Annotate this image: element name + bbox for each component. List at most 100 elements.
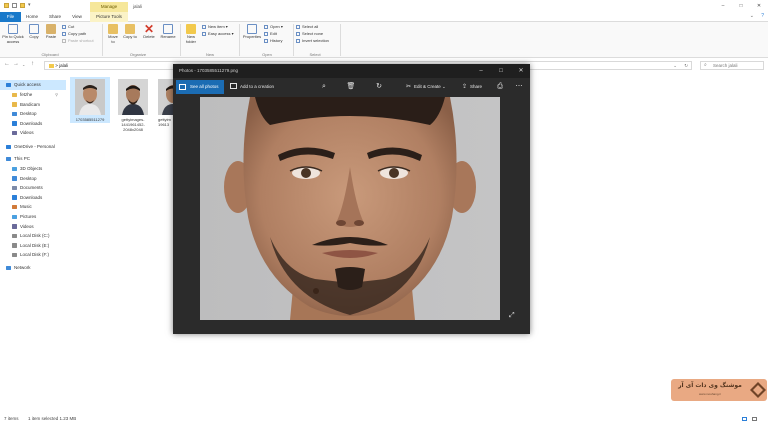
sidebar-item[interactable]: Documents (0, 183, 66, 193)
expand-icon[interactable]: ⤢ (509, 312, 515, 320)
history-button[interactable]: History (264, 38, 282, 43)
file-thumbnail (118, 79, 148, 115)
edit-button[interactable]: Edit (264, 31, 277, 36)
star-icon (6, 82, 11, 88)
properties-icon[interactable] (12, 3, 17, 8)
sidebar-item[interactable]: Local Disk (E:) (0, 241, 66, 251)
folder-icon (49, 63, 54, 68)
move-to-button[interactable]: Move to (106, 24, 120, 44)
sidebar-item[interactable]: Local Disk (C:) (0, 231, 66, 241)
pin-quick-access-button[interactable]: Pin to Quick access (2, 24, 24, 44)
print-icon[interactable]: ⎙ (495, 80, 505, 94)
sidebar-item[interactable]: Desktop (0, 174, 66, 184)
delete-button[interactable]: ✕ Delete (141, 23, 157, 40)
copy-to-label: Copy to (123, 34, 137, 39)
up-icon[interactable]: ↑ (31, 61, 34, 67)
tab-file[interactable]: File (0, 12, 21, 22)
add-to-creation-button[interactable]: Add to a creation (230, 80, 274, 94)
new-item-button[interactable]: New item ▾ (202, 24, 228, 29)
minimize-button[interactable]: – (718, 2, 728, 10)
file-item[interactable]: gettyimages-1441961452-2048x2048 (113, 77, 153, 133)
sidebar-item[interactable]: OneDrive - Personal (0, 142, 66, 152)
invert-selection-button[interactable]: Invert selection (296, 38, 329, 43)
photos-close-button[interactable]: ✕ (514, 64, 528, 78)
select-none-button[interactable]: Select none (296, 31, 323, 36)
maximize-button[interactable]: □ (736, 2, 746, 10)
sidebar-item[interactable]: Music (0, 202, 66, 212)
history-icon (264, 38, 268, 43)
back-icon[interactable]: ← (4, 61, 10, 67)
new-folder-icon[interactable] (20, 3, 25, 8)
music-icon (12, 204, 17, 210)
sidebar-item[interactable]: fetzhe ⚲ (0, 90, 66, 100)
tab-view[interactable]: View (68, 12, 86, 22)
more-icon[interactable]: ⋯ (514, 80, 524, 94)
copy-icon (29, 24, 39, 34)
open-button[interactable]: Open ▾ (264, 24, 283, 29)
share-button[interactable]: ⇪ Share (462, 80, 482, 94)
rename-button[interactable]: Rename (159, 24, 177, 40)
close-button[interactable]: ✕ (754, 2, 764, 10)
paste-button[interactable]: Paste (43, 24, 59, 40)
details-view-icon[interactable] (742, 417, 747, 421)
sidebar-item[interactable]: Videos (0, 128, 66, 138)
folder-icon (12, 102, 17, 107)
delete-icon[interactable]: 🗑 (346, 80, 356, 94)
qat-dropdown-icon[interactable]: ▾ (28, 2, 31, 8)
sidebar-item[interactable]: Pictures (0, 212, 66, 222)
paste-shortcut-button[interactable]: Paste shortcut (62, 38, 94, 43)
photos-minimize-button[interactable]: – (474, 64, 488, 78)
photo-image (200, 97, 500, 320)
sidebar-item[interactable]: This PC (0, 154, 66, 164)
sidebar-item-label: Quick access (14, 82, 41, 87)
navigation-pane: Quick access fetzhe ⚲ Bandicam Desktop Downlo… (0, 80, 66, 410)
breadcrumb-separator[interactable]: > (55, 63, 58, 68)
documents-icon (12, 185, 17, 191)
new-item-label: New item (208, 24, 225, 29)
refresh-icon[interactable]: ↻ (684, 62, 688, 70)
breadcrumb[interactable]: jalali (59, 63, 68, 68)
sidebar-item[interactable]: Quick access (0, 80, 66, 90)
paste-icon (46, 24, 56, 34)
copy-to-button[interactable]: Copy to (123, 24, 137, 40)
sidebar-item[interactable]: Videos (0, 222, 66, 232)
zoom-icon[interactable]: ⌕ (319, 80, 329, 94)
recent-locations-icon[interactable]: ⌄ (22, 62, 25, 67)
see-all-photos-button[interactable]: See all photos (176, 80, 224, 94)
sidebar-item[interactable]: 3D Objects (0, 164, 66, 174)
help-icon[interactable]: ? (761, 13, 764, 19)
sidebar-item-label: Downloads (20, 194, 43, 200)
rename-label: Rename (160, 34, 176, 39)
edit-create-button[interactable]: ✂ Edit & Create ⌄ (406, 80, 446, 94)
copy-path-button[interactable]: Copy path (62, 31, 86, 36)
address-dropdown-icon[interactable]: ⌄ (673, 62, 677, 70)
sidebar-item[interactable]: Local Disk (F:) (0, 250, 66, 260)
rotate-icon[interactable]: ↻ (374, 80, 384, 94)
delete-label: Delete (143, 34, 155, 39)
ribbon-divider (293, 24, 294, 56)
sidebar-item[interactable]: Downloads (0, 193, 66, 203)
search-input[interactable]: Search jalali (700, 61, 764, 70)
properties-button[interactable]: Properties (242, 24, 262, 40)
tab-share[interactable]: Share (45, 12, 65, 22)
tab-picture-tools[interactable]: Picture Tools (90, 12, 128, 22)
watermark-badge: موشنگ وی دات آی آر www.moshang.ir (671, 379, 767, 401)
ribbon-collapse-icon[interactable]: ⌄ (750, 13, 754, 19)
new-folder-button[interactable]: New folder (183, 24, 199, 44)
sidebar-item[interactable]: Bandicam (0, 100, 66, 110)
file-item[interactable]: 1703585511279 (70, 77, 110, 123)
forward-icon[interactable]: → (13, 61, 19, 67)
copy-button[interactable]: Copy (27, 24, 41, 40)
photos-maximize-button[interactable]: □ (494, 64, 508, 78)
large-icons-view-icon[interactable] (752, 417, 757, 421)
select-all-label: Select all (302, 24, 319, 29)
search-icon: ⌕ (704, 62, 707, 68)
tab-home[interactable]: Home (22, 12, 42, 22)
sidebar-item[interactable]: Desktop (0, 109, 66, 119)
cut-button[interactable]: Cut (62, 24, 74, 29)
select-all-button[interactable]: Select all (296, 24, 318, 29)
properties-icon (247, 24, 257, 34)
easy-access-button[interactable]: Easy access ▾ (202, 31, 234, 36)
sidebar-item[interactable]: Network (0, 263, 66, 273)
sidebar-item[interactable]: Downloads (0, 119, 66, 129)
